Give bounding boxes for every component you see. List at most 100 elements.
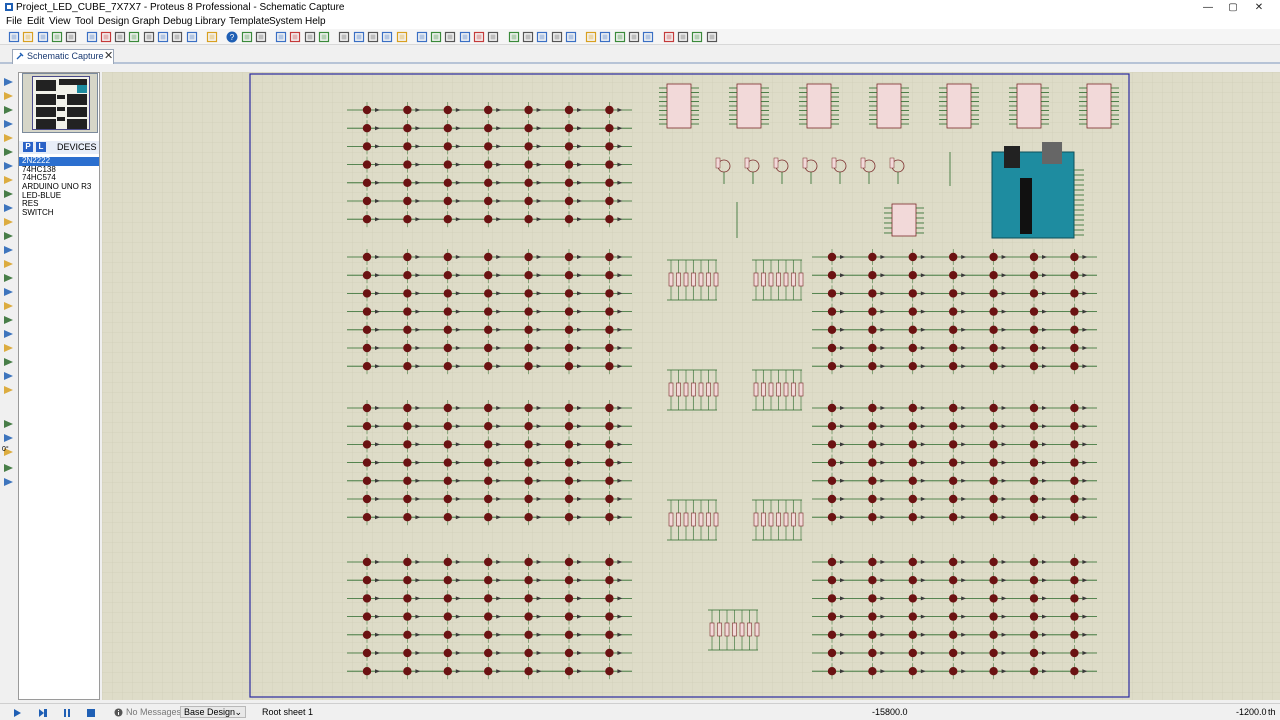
toolbar-icon[interactable] [396,31,408,43]
mode-tool-icon[interactable] [2,174,15,186]
toolbar-icon[interactable] [663,31,675,43]
menu-graph[interactable]: Graph [132,15,160,29]
toolbar-icon[interactable] [275,31,287,43]
toolbar-icon[interactable] [565,31,577,43]
toolbar-icon[interactable] [206,31,218,43]
toolbar-icon[interactable] [459,31,471,43]
toolbar-icon[interactable] [430,31,442,43]
tab-schematic-capture[interactable]: Schematic Capture ✕ [12,49,114,64]
toolbar-icon[interactable] [706,31,718,43]
step-icon[interactable] [38,708,48,718]
play-icon[interactable] [12,708,22,718]
mode-tool-icon[interactable] [2,272,15,284]
mode-tool-icon[interactable] [2,90,15,102]
mode-tool-icon[interactable] [2,104,15,116]
mode-tool-icon[interactable] [2,202,15,214]
pick-devices-button[interactable]: P [23,142,33,152]
menu-help[interactable]: Help [305,15,326,29]
toolbar-icon[interactable] [143,31,155,43]
mode-tool-icon[interactable] [2,286,15,298]
mode-tool-icon[interactable] [2,76,15,88]
mode-tool-icon[interactable] [2,384,15,396]
mode-tool-icon[interactable] [2,418,15,430]
toolbar-icon[interactable] [86,31,98,43]
stop-icon[interactable] [86,708,96,718]
toolbar-icon[interactable] [614,31,626,43]
toolbar-icon[interactable] [241,31,253,43]
pause-icon[interactable] [62,708,72,718]
toolbar-icon[interactable] [289,31,301,43]
toolbar-icon[interactable] [536,31,548,43]
mode-tool-icon[interactable] [2,132,15,144]
toolbar-icon[interactable] [416,31,428,43]
mode-tool-icon[interactable] [2,300,15,312]
toolbar-icon[interactable] [304,31,316,43]
mode-tool-icon[interactable] [2,356,15,368]
mode-tool-icon[interactable] [2,258,15,270]
toolbar-icon[interactable] [318,31,330,43]
mode-tool-icon[interactable] [2,118,15,130]
toolbar-icon[interactable] [628,31,640,43]
menu-design[interactable]: Design [98,15,129,29]
toolbar-icon[interactable] [487,31,499,43]
device-item[interactable]: SWITCH [19,208,99,218]
mode-tool-icon[interactable] [2,160,15,172]
toolbar-icon[interactable] [255,31,267,43]
toolbar-icon[interactable] [508,31,520,43]
toolbar-icon[interactable] [473,31,485,43]
toolbar-icon[interactable] [114,31,126,43]
mode-tool-icon[interactable] [2,314,15,326]
toolbar-icon[interactable] [51,31,63,43]
mode-tool-icon[interactable] [2,432,15,444]
mode-tool-icon[interactable] [2,476,15,488]
toolbar-icon[interactable] [585,31,597,43]
toolbar-icon[interactable] [444,31,456,43]
menu-system[interactable]: System [269,15,302,29]
menu-tool[interactable]: Tool [75,15,93,29]
mode-tool-icon[interactable] [2,462,15,474]
overview-window[interactable] [22,73,98,133]
mode-tool-icon[interactable] [2,188,15,200]
toolbar-icon[interactable] [353,31,365,43]
toolbar-icon[interactable] [22,31,34,43]
close-window-button[interactable]: ✕ [1236,0,1280,15]
menu-library[interactable]: Library [195,15,226,29]
mode-tool-icon[interactable] [2,216,15,228]
led [1070,422,1079,431]
mode-tool-icon[interactable] [2,328,15,340]
mode-tool-icon[interactable] [2,244,15,256]
mode-tool-icon[interactable] [2,342,15,354]
design-variant-select[interactable]: Base Design ⌄ [180,706,246,718]
toolbar-icon[interactable] [100,31,112,43]
toolbar-icon[interactable] [338,31,350,43]
schematic-canvas[interactable] [102,72,1280,700]
library-manager-button[interactable]: L [36,142,46,152]
toolbar-icon[interactable] [551,31,563,43]
toolbar-icon[interactable] [128,31,140,43]
toolbar-icon[interactable] [599,31,611,43]
toolbar-icon[interactable]: ? [226,31,238,43]
toolbar-icon[interactable] [171,31,183,43]
toolbar-icon[interactable] [677,31,689,43]
mode-tool-icon[interactable] [2,370,15,382]
mode-tool-icon[interactable] [2,146,15,158]
toolbar-icon[interactable] [8,31,20,43]
menu-edit[interactable]: Edit [27,15,44,29]
toolbar-icon[interactable] [522,31,534,43]
led [362,307,372,316]
toolbar-icon[interactable] [157,31,169,43]
messages-status[interactable]: No Messages [126,707,181,718]
menu-template[interactable]: Template [229,15,270,29]
toolbar-icon[interactable] [691,31,703,43]
mode-tool-icon[interactable] [2,230,15,242]
toolbar-icon[interactable] [381,31,393,43]
menu-debug[interactable]: Debug [163,15,192,29]
tab-close-icon[interactable]: ✕ [104,49,113,62]
toolbar-icon[interactable] [37,31,49,43]
menu-view[interactable]: View [49,15,71,29]
toolbar-icon[interactable] [367,31,379,43]
toolbar-icon[interactable] [65,31,77,43]
toolbar-icon[interactable] [186,31,198,43]
menu-file[interactable]: File [6,15,22,29]
toolbar-icon[interactable] [642,31,654,43]
